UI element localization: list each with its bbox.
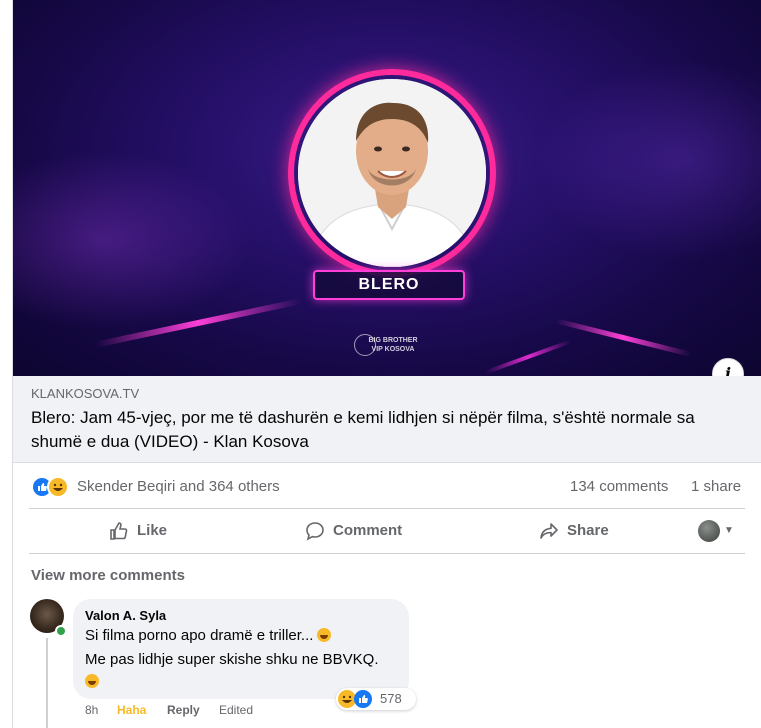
- logo-eye-icon: [354, 334, 376, 356]
- comment-text-line: Me pas lidhje super skishe shku ne BBVKQ…: [85, 651, 378, 668]
- divider: [29, 508, 745, 509]
- like-icon: [354, 690, 372, 708]
- thread-line: [46, 638, 48, 728]
- comment-text-line: Si filma porno apo dramë e triller...: [85, 627, 332, 644]
- like-button[interactable]: Like: [109, 512, 189, 550]
- link-preview[interactable]: KLANKOSOVA.TV Blero: Jam 45-vjeç, por me…: [13, 376, 761, 463]
- avatar: [698, 520, 720, 542]
- share-count[interactable]: 1 share: [691, 478, 741, 495]
- show-logo: BIG BROTHER VIP KOSOVA: [354, 330, 428, 358]
- reactors-text[interactable]: Skender Beqiri and 364 others: [77, 478, 280, 495]
- view-more-comments[interactable]: View more comments: [31, 567, 185, 584]
- contestant-portrait: [298, 79, 486, 267]
- laughing-face-icon: [85, 674, 99, 688]
- edited-label[interactable]: Edited: [219, 703, 253, 717]
- comment-icon: [306, 522, 324, 541]
- comment-time[interactable]: 8h: [85, 703, 98, 717]
- comment-reactions[interactable]: 578: [336, 688, 416, 710]
- neon-streak: [554, 318, 692, 357]
- background-glow: [13, 150, 253, 330]
- haha-icon: [47, 476, 69, 498]
- haha-reaction-button[interactable]: Haha: [117, 703, 146, 717]
- reply-button[interactable]: Reply: [167, 703, 200, 717]
- comment-author[interactable]: Valon A. Syla: [85, 608, 166, 623]
- comment-button[interactable]: Comment: [305, 512, 425, 550]
- grinning-face-icon: [317, 628, 332, 642]
- name-tag: BLERO: [313, 270, 465, 300]
- background-glow: [533, 60, 761, 260]
- reaction-count: 578: [380, 691, 402, 706]
- link-title[interactable]: Blero: Jam 45-vjeç, por me të dashurën e…: [31, 406, 731, 454]
- comment-label: Comment: [333, 522, 403, 539]
- chevron-down-icon: ▼: [724, 525, 734, 536]
- comment-text: Si filma porno apo dramë e triller...: [85, 627, 314, 644]
- like-icon: [110, 522, 128, 540]
- online-status-dot: [55, 625, 67, 637]
- comments-count[interactable]: 134 comments: [570, 478, 668, 495]
- share-label: Share: [567, 522, 609, 539]
- link-domain: KLANKOSOVA.TV: [31, 386, 140, 401]
- like-label: Like: [137, 522, 168, 539]
- neon-streak: [485, 339, 571, 375]
- post-image[interactable]: BLERO BIG BROTHER VIP KOSOVA: [13, 0, 761, 376]
- share-icon: [540, 523, 558, 539]
- reaction-stats: Skender Beqiri and 364 others 134 commen…: [13, 470, 761, 502]
- post-card: BLERO BIG BROTHER VIP KOSOVA i KLANKOSOV…: [12, 0, 761, 728]
- comment-bubble: Valon A. Syla Si filma porno apo dramë e…: [73, 599, 409, 699]
- reaction-icons[interactable]: [31, 474, 71, 498]
- share-button[interactable]: Share: [539, 512, 629, 550]
- comment-emoji-line: [85, 673, 99, 690]
- profile-selector[interactable]: ▼: [698, 520, 742, 542]
- comment-text: Me pas lidhje super skishe shku ne BBVKQ…: [85, 651, 379, 668]
- divider: [29, 553, 745, 554]
- action-bar: Like Comment Share ▼: [13, 512, 761, 552]
